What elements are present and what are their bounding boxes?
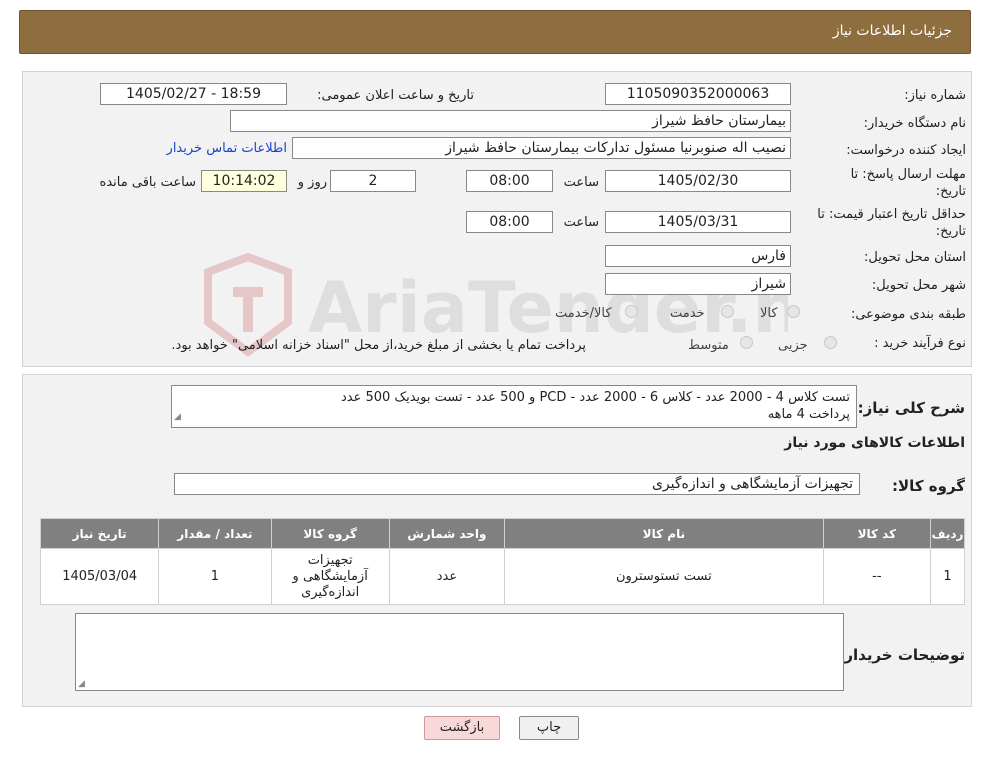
announce-field: 1405/02/27 - 18:59	[100, 83, 287, 105]
need-number-label: شماره نیاز:	[904, 88, 966, 103]
table-row: 1 -- تست تستوسترون عدد تجهیزات آزمایشگاه…	[39, 548, 966, 605]
header-goods-code: کد کالا	[822, 518, 931, 549]
cell-unit: عدد	[388, 548, 506, 605]
province-field: فارس	[605, 245, 791, 267]
process-label: نوع فرآیند خرید :	[874, 336, 966, 351]
remaining-time-field: 10:14:02	[201, 170, 287, 192]
header-row-number: ردیف	[929, 518, 966, 549]
header-quantity: تعداد / مقدار	[158, 518, 272, 549]
header-goods-name: نام کالا	[504, 518, 824, 549]
category-label: طبقه بندی موضوعی:	[850, 307, 966, 322]
days-label: روز و	[297, 175, 327, 190]
category-option-goods-label: کالا	[760, 306, 778, 321]
remaining-label: ساعت باقی مانده	[99, 175, 196, 190]
days-field: 2	[330, 170, 416, 192]
creator-field: نصیب اله صنوبرنیا مسئول تدارکات بیمارستا…	[292, 137, 791, 159]
goods-group-field: تجهیزات آزمایشگاهی و اندازه‌گیری	[174, 473, 860, 495]
price-time-label: ساعت	[563, 215, 599, 230]
category-option-goods[interactable]	[787, 305, 800, 318]
print-button[interactable]: چاپ	[519, 716, 579, 740]
header-bar: جزئیات اطلاعات نیاز	[19, 10, 971, 54]
city-field: شیراز	[605, 273, 791, 295]
header-goods-group: گروه کالا	[270, 518, 390, 549]
page-title: جزئیات اطلاعات نیاز	[832, 23, 952, 39]
cell-goods-name: تست تستوسترون	[504, 548, 824, 605]
category-option-service[interactable]	[721, 305, 734, 318]
description-line-1: تست کلاس 4 - 2000 عدد - کلاس 6 - 2000 عد…	[340, 390, 850, 405]
resize-handle-icon[interactable]: ◢	[78, 679, 85, 689]
city-label: شهر محل تحویل:	[871, 278, 966, 293]
creator-label: ایجاد کننده درخواست:	[846, 143, 966, 158]
description-line-2: پرداخت 4 ماهه	[767, 407, 850, 422]
need-number-field: 1105090352000063	[605, 83, 791, 105]
buyer-notes-label: توضیحات خریدار:	[838, 646, 965, 664]
price-time-field: 08:00	[466, 211, 553, 233]
price-validity-label: حداقل تاریخ اعتبار قیمت: تا	[817, 207, 966, 222]
goods-group-label: گروه کالا:	[892, 477, 965, 495]
cell-goods-code: --	[822, 548, 931, 605]
header-need-date: تاریخ نیاز	[39, 518, 160, 549]
announce-label: تاریخ و ساعت اعلان عمومی:	[317, 88, 474, 103]
table-header-row: ردیف کد کالا نام کالا واحد شمارش گروه کا…	[39, 518, 966, 549]
process-option-medium[interactable]	[740, 336, 753, 349]
header-unit: واحد شمارش	[388, 518, 506, 549]
cell-row-number: 1	[929, 548, 966, 605]
buyer-org-label: نام دستگاه خریدار:	[863, 116, 966, 131]
back-button[interactable]: بازگشت	[424, 716, 500, 740]
resize-handle-icon[interactable]: ◢	[174, 409, 181, 426]
cell-quantity: 1	[158, 548, 272, 605]
reply-time-label: ساعت	[563, 175, 599, 190]
reply-deadline-label-2: تاریخ:	[935, 184, 966, 199]
goods-section-title: اطلاعات کالاهای مورد نیاز	[784, 435, 965, 451]
province-label: استان محل تحویل:	[864, 250, 966, 265]
reply-time-field: 08:00	[466, 170, 553, 192]
category-option-both-label: کالا/خدمت	[555, 306, 612, 321]
process-option-medium-label: متوسط	[688, 338, 729, 353]
cell-goods-group: تجهیزات آزمایشگاهی و اندازه‌گیری	[270, 548, 390, 605]
reply-date-field: 1405/02/30	[605, 170, 791, 192]
price-validity-label-2: تاریخ:	[935, 224, 966, 239]
description-textarea[interactable]: تست کلاس 4 - 2000 عدد - کلاس 6 - 2000 عد…	[171, 385, 857, 428]
items-table: ردیف کد کالا نام کالا واحد شمارش گروه کا…	[39, 518, 966, 605]
buyer-notes-textarea[interactable]: ◢	[75, 613, 844, 691]
category-option-service-label: خدمت	[670, 306, 705, 321]
category-option-both[interactable]	[625, 305, 638, 318]
buyer-contact-link[interactable]: اطلاعات تماس خریدار	[167, 141, 287, 156]
description-label: شرح کلی نیاز:	[857, 399, 965, 417]
process-note: پرداخت تمام یا بخشی از مبلغ خرید،از محل …	[171, 338, 586, 353]
cell-need-date: 1405/03/04	[39, 548, 160, 605]
buyer-org-field: بیمارستان حافظ شیراز	[230, 110, 791, 132]
process-option-minor-label: جزیی	[778, 338, 808, 353]
process-option-minor[interactable]	[824, 336, 837, 349]
reply-deadline-label: مهلت ارسال پاسخ: تا	[850, 167, 966, 182]
price-date-field: 1405/03/31	[605, 211, 791, 233]
